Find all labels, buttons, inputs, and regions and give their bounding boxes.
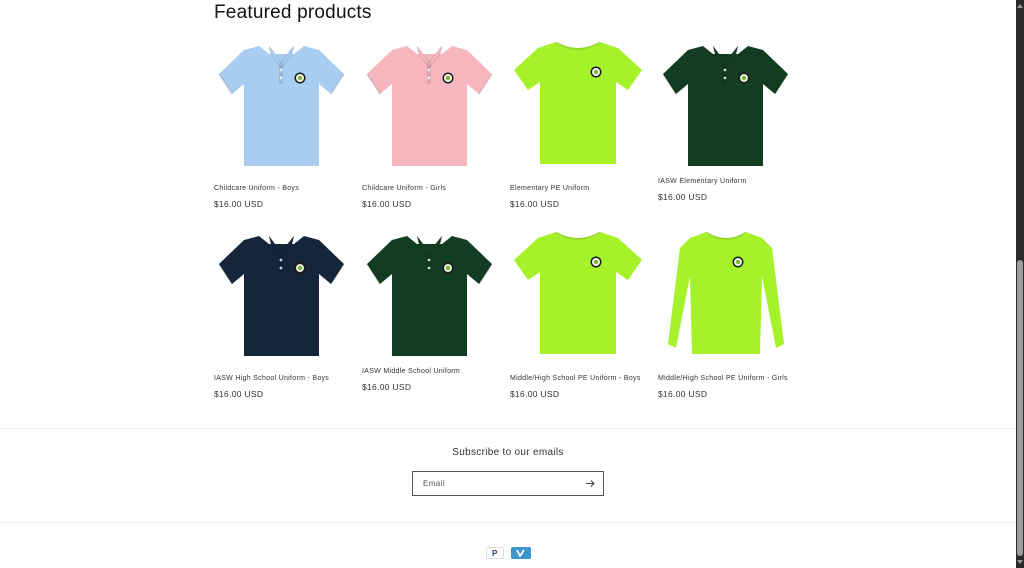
product-card[interactable]: IASW High School Uniform - Boys $16.00 US…: [214, 224, 349, 404]
scrollbar-thumb[interactable]: [1017, 260, 1023, 556]
product-price: $16.00 USD: [214, 389, 264, 399]
product-price: $16.00 USD: [362, 382, 412, 392]
product-title[interactable]: IASW High School Uniform - Boys: [214, 375, 329, 382]
product-image[interactable]: [658, 224, 793, 364]
divider: [0, 522, 1016, 523]
product-image[interactable]: [658, 34, 793, 174]
product-price: $16.00 USD: [510, 199, 560, 209]
product-card[interactable]: Childcare Uniform - Boys $16.00 USD: [214, 34, 349, 214]
product-image[interactable]: [362, 34, 497, 174]
scroll-up-icon[interactable]: [1016, 2, 1024, 10]
product-title[interactable]: Middle/High School PE Uniform - Boys: [510, 375, 641, 382]
product-title[interactable]: Childcare Uniform - Girls: [362, 185, 446, 192]
product-card[interactable]: IASW Middle School Uniform $16.00 USD: [362, 224, 497, 404]
product-image[interactable]: [362, 224, 497, 364]
product-title[interactable]: Childcare Uniform - Boys: [214, 185, 299, 192]
svg-text:P: P: [492, 549, 498, 558]
page: Featured products Childcare Uniform - Bo…: [0, 0, 1016, 568]
product-title[interactable]: Middle/High School PE Uniform - Girls: [658, 375, 788, 382]
product-card[interactable]: Middle/High School PE Uniform - Girls $16…: [658, 224, 793, 404]
product-image[interactable]: [510, 34, 645, 174]
product-card[interactable]: Childcare Uniform - Girls $16.00 USD: [362, 34, 497, 214]
product-price: $16.00 USD: [362, 199, 412, 209]
product-price: $16.00 USD: [510, 389, 560, 399]
product-card[interactable]: IASW Elementary Uniform $16.00 USD: [658, 34, 793, 214]
product-price: $16.00 USD: [214, 199, 264, 209]
section-heading: Featured products: [214, 2, 372, 23]
product-title[interactable]: IASW Middle School Uniform: [362, 368, 460, 375]
paypal-icon: P: [486, 547, 504, 559]
product-card[interactable]: Middle/High School PE Uniform - Boys $16.…: [510, 224, 645, 404]
product-image[interactable]: [510, 224, 645, 364]
product-image[interactable]: [214, 224, 349, 364]
divider: [0, 428, 1016, 429]
email-form: [412, 471, 604, 496]
product-title[interactable]: IASW Elementary Uniform: [658, 178, 747, 185]
newsletter-title: Subscribe to our emails: [452, 447, 564, 458]
arrow-right-icon: [586, 480, 595, 487]
email-input[interactable]: [413, 472, 583, 495]
subscribe-button[interactable]: [577, 472, 603, 495]
scroll-down-icon[interactable]: [1016, 558, 1024, 566]
product-grid: Childcare Uniform - Boys $16.00 USD Child…: [214, 34, 806, 404]
product-title[interactable]: Elementary PE Uniform: [510, 185, 589, 192]
product-image[interactable]: [214, 34, 349, 174]
product-card[interactable]: Elementary PE Uniform $16.00 USD: [510, 34, 645, 214]
product-price: $16.00 USD: [658, 389, 708, 399]
venmo-icon: [511, 547, 531, 559]
product-price: $16.00 USD: [658, 192, 708, 202]
